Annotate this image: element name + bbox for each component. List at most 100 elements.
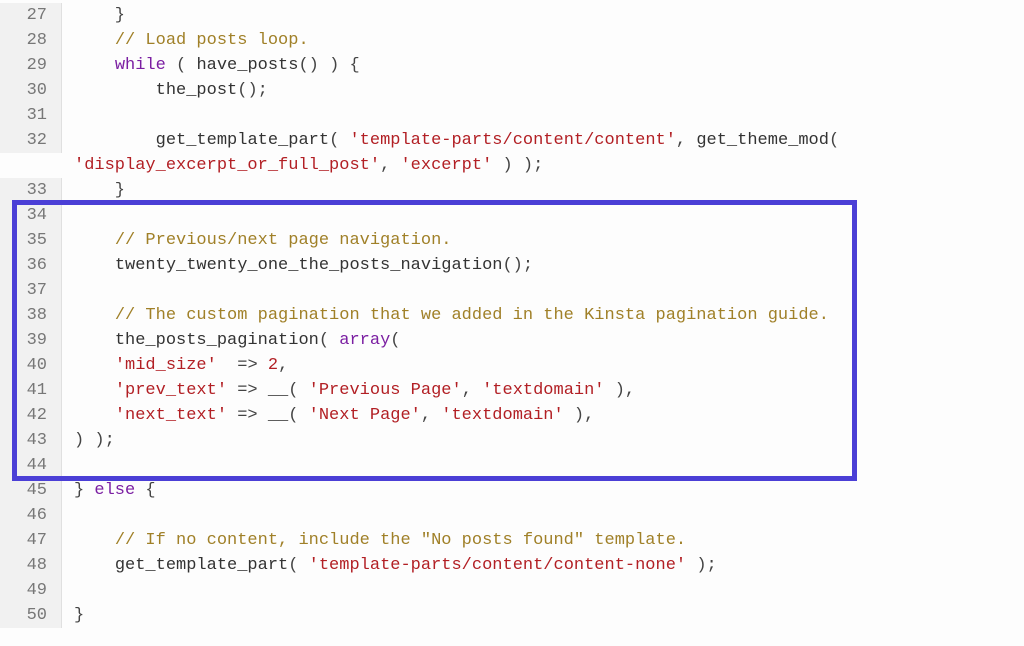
token: , bbox=[462, 381, 482, 400]
token: 'template-parts/content/content' bbox=[349, 131, 675, 150]
code-editor[interactable]: 27 }28 // Load posts loop.29 while ( hav… bbox=[0, 0, 1024, 628]
token: __ bbox=[268, 406, 288, 425]
token: 'template-parts/content/content-none' bbox=[309, 556, 686, 575]
code-line[interactable]: 50} bbox=[0, 603, 1024, 628]
code-text[interactable]: ) ); bbox=[62, 428, 1024, 453]
code-line[interactable]: 29 while ( have_posts() ) { bbox=[0, 53, 1024, 78]
code-line[interactable]: 48 get_template_part( 'template-parts/co… bbox=[0, 553, 1024, 578]
line-number: 33 bbox=[0, 178, 62, 203]
token: array bbox=[339, 331, 390, 350]
token: (); bbox=[502, 256, 533, 275]
token: 2 bbox=[268, 356, 278, 375]
token bbox=[74, 331, 115, 350]
code-line[interactable]: 40 'mid_size' => 2, bbox=[0, 353, 1024, 378]
code-line[interactable]: 36 twenty_twenty_one_the_posts_navigatio… bbox=[0, 253, 1024, 278]
line-number: 27 bbox=[0, 3, 62, 28]
code-line[interactable]: 27 } bbox=[0, 3, 1024, 28]
token: ( bbox=[319, 331, 339, 350]
code-line[interactable]: 38 // The custom pagination that we adde… bbox=[0, 303, 1024, 328]
token bbox=[74, 556, 115, 575]
code-line[interactable]: 43) ); bbox=[0, 428, 1024, 453]
code-text[interactable]: // Previous/next page navigation. bbox=[62, 228, 1024, 253]
line-number: 34 bbox=[0, 203, 62, 228]
token: // Previous/next page navigation. bbox=[115, 231, 452, 250]
line-number: 44 bbox=[0, 453, 62, 478]
code-text[interactable]: get_template_part( 'template-parts/conte… bbox=[62, 553, 1024, 578]
token: () ) { bbox=[298, 56, 359, 75]
token: 'excerpt' bbox=[400, 156, 492, 175]
code-line[interactable]: 28 // Load posts loop. bbox=[0, 28, 1024, 53]
token: ( bbox=[329, 131, 349, 150]
token: 'textdomain' bbox=[441, 406, 563, 425]
code-line[interactable]: 47 // If no content, include the "No pos… bbox=[0, 528, 1024, 553]
code-line[interactable]: 46 bbox=[0, 503, 1024, 528]
token: 'prev_text' bbox=[115, 381, 227, 400]
token: get_template_part bbox=[156, 131, 329, 150]
code-line[interactable]: 31 bbox=[0, 103, 1024, 128]
token bbox=[74, 406, 115, 425]
token bbox=[74, 531, 115, 550]
token: } bbox=[74, 6, 125, 25]
code-line[interactable]: 30 the_post(); bbox=[0, 78, 1024, 103]
token: 'textdomain' bbox=[482, 381, 604, 400]
token bbox=[74, 256, 115, 275]
code-line[interactable]: 41 'prev_text' => __( 'Previous Page', '… bbox=[0, 378, 1024, 403]
code-text[interactable]: // Load posts loop. bbox=[62, 28, 1024, 53]
line-number: 31 bbox=[0, 103, 62, 128]
token: 'display_excerpt_or_full_post' bbox=[74, 156, 380, 175]
line-number: 45 bbox=[0, 478, 62, 503]
code-text[interactable]: } else { bbox=[62, 478, 1024, 503]
token bbox=[74, 381, 115, 400]
token bbox=[74, 306, 115, 325]
code-text[interactable]: } bbox=[62, 603, 1024, 628]
code-text[interactable]: 'next_text' => __( 'Next Page', 'textdom… bbox=[62, 403, 1024, 428]
code-text[interactable]: twenty_twenty_one_the_posts_navigation()… bbox=[62, 253, 1024, 278]
code-text[interactable]: 'mid_size' => 2, bbox=[62, 353, 1024, 378]
code-line[interactable]: 'display_excerpt_or_full_post', 'excerpt… bbox=[0, 153, 1024, 178]
token: the_post bbox=[156, 81, 238, 100]
token: ); bbox=[686, 556, 717, 575]
code-text[interactable]: // If no content, include the "No posts … bbox=[62, 528, 1024, 553]
token: while bbox=[115, 56, 166, 75]
line-number: 28 bbox=[0, 28, 62, 53]
token: else bbox=[94, 481, 135, 500]
line-number: 47 bbox=[0, 528, 62, 553]
code-text[interactable]: 'display_excerpt_or_full_post', 'excerpt… bbox=[62, 153, 1024, 178]
token: { bbox=[135, 481, 155, 500]
code-line[interactable]: 37 bbox=[0, 278, 1024, 303]
token: get_theme_mod bbox=[696, 131, 829, 150]
token: 'Next Page' bbox=[309, 406, 421, 425]
code-line[interactable]: 45} else { bbox=[0, 478, 1024, 503]
code-line[interactable]: 42 'next_text' => __( 'Next Page', 'text… bbox=[0, 403, 1024, 428]
code-line[interactable]: 49 bbox=[0, 578, 1024, 603]
line-number: 48 bbox=[0, 553, 62, 578]
code-text[interactable]: 'prev_text' => __( 'Previous Page', 'tex… bbox=[62, 378, 1024, 403]
code-text[interactable]: the_post(); bbox=[62, 78, 1024, 103]
token: twenty_twenty_one_the_posts_navigation bbox=[115, 256, 503, 275]
code-line[interactable]: 39 the_posts_pagination( array( bbox=[0, 328, 1024, 353]
code-line[interactable]: 44 bbox=[0, 453, 1024, 478]
token: ), bbox=[564, 406, 595, 425]
code-text[interactable]: while ( have_posts() ) { bbox=[62, 53, 1024, 78]
line-number: 41 bbox=[0, 378, 62, 403]
token: ( bbox=[829, 131, 849, 150]
token: => bbox=[227, 381, 268, 400]
code-text[interactable]: the_posts_pagination( array( bbox=[62, 328, 1024, 353]
token: have_posts bbox=[196, 56, 298, 75]
code-text[interactable]: } bbox=[62, 3, 1024, 28]
line-number: 36 bbox=[0, 253, 62, 278]
code-text[interactable]: } bbox=[62, 178, 1024, 203]
line-number: 39 bbox=[0, 328, 62, 353]
token: , bbox=[421, 406, 441, 425]
code-line[interactable]: 34 bbox=[0, 203, 1024, 228]
code-line[interactable]: 35 // Previous/next page navigation. bbox=[0, 228, 1024, 253]
code-line[interactable]: 33 } bbox=[0, 178, 1024, 203]
code-text[interactable]: // The custom pagination that we added i… bbox=[62, 303, 1024, 328]
token: ( bbox=[288, 556, 308, 575]
line-number: 29 bbox=[0, 53, 62, 78]
code-text[interactable]: get_template_part( 'template-parts/conte… bbox=[62, 128, 1024, 153]
token: => bbox=[227, 406, 268, 425]
line-number: 30 bbox=[0, 78, 62, 103]
code-line[interactable]: 32 get_template_part( 'template-parts/co… bbox=[0, 128, 1024, 153]
token: (); bbox=[237, 81, 268, 100]
